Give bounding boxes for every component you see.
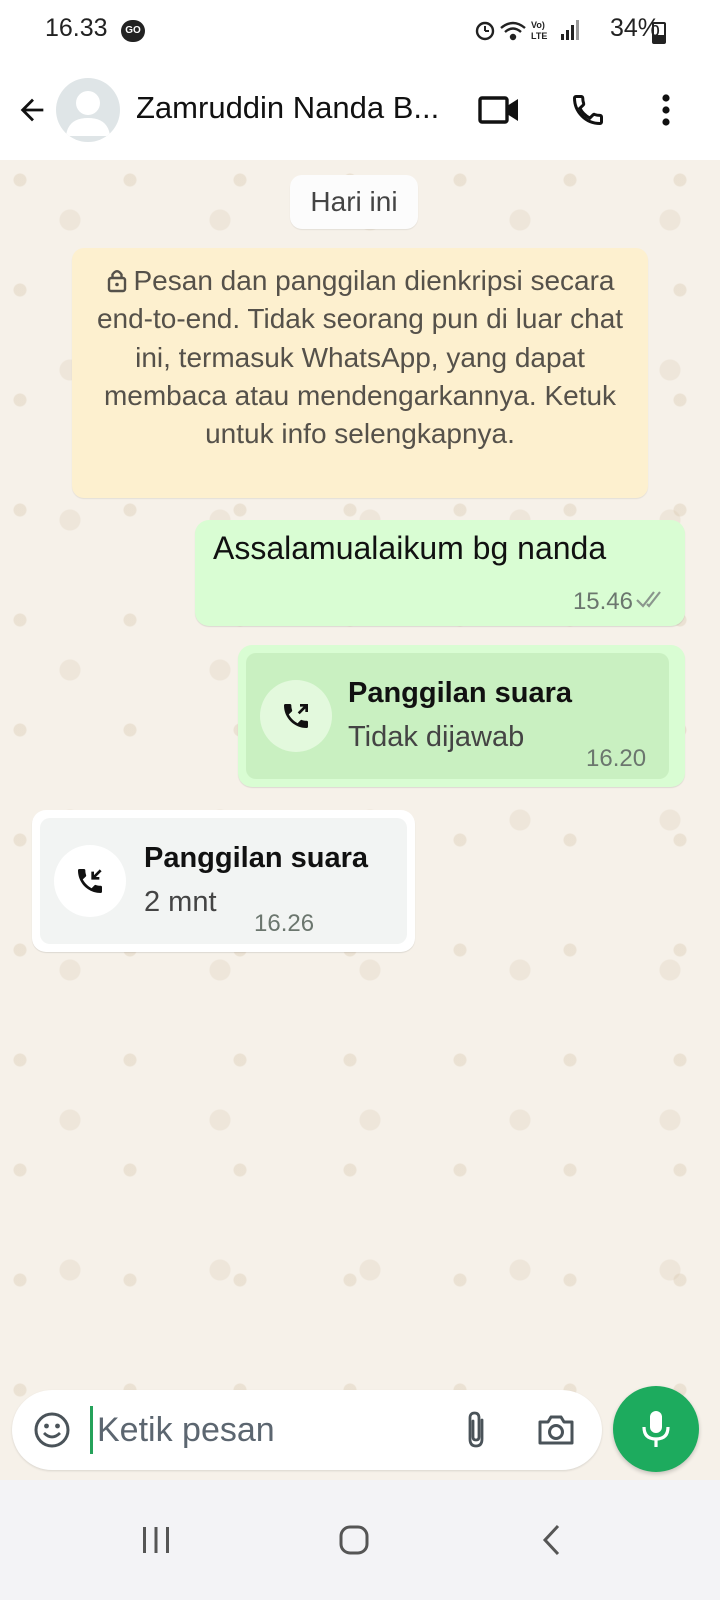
recents-button[interactable] <box>116 1500 196 1580</box>
message-bubble-outgoing[interactable]: Assalamualaikum bg nanda 15.46 <box>195 520 685 626</box>
wifi-icon <box>500 21 526 41</box>
call-duration: 2 mnt <box>144 886 217 918</box>
message-time: 16.20 <box>586 745 647 772</box>
message-composer <box>12 1390 602 1470</box>
back-arrow-icon[interactable] <box>8 86 56 134</box>
status-time: 16.33 <box>45 14 108 42</box>
call-title: Panggilan suara <box>348 677 573 709</box>
contact-name[interactable]: Zamruddin Nanda B... <box>136 90 466 126</box>
call-card: Panggilan suara 2 mnt 16.26 <box>40 818 407 944</box>
volte-icon: Vo) LTE <box>531 20 547 41</box>
more-options-icon[interactable] <box>642 86 690 134</box>
lock-icon <box>107 270 126 293</box>
call-card: Panggilan suara Tidak dijawab 16.20 <box>246 653 669 779</box>
camera-icon[interactable] <box>532 1406 580 1454</box>
mic-icon <box>642 1411 670 1447</box>
avatar[interactable] <box>56 78 120 142</box>
alarm-icon <box>475 21 495 41</box>
emoji-icon[interactable] <box>28 1406 76 1454</box>
date-chip: Hari ini <box>290 175 418 229</box>
back-button[interactable] <box>512 1500 592 1580</box>
phone-icon[interactable] <box>564 86 612 134</box>
message-text: Assalamualaikum bg nanda <box>213 530 607 566</box>
message-input[interactable] <box>90 1406 457 1454</box>
message-time: 15.46 <box>572 588 633 615</box>
message-time: 16.26 <box>254 910 315 937</box>
chat-header: Zamruddin Nanda B... <box>0 62 720 160</box>
status-bar: 16.33 GO Vo) LTE 34% <box>0 0 720 62</box>
svg-text:Vo): Vo) <box>531 20 545 30</box>
attach-icon[interactable] <box>452 1406 500 1454</box>
call-status: Tidak dijawab <box>348 721 525 753</box>
message-bubble-outgoing-call[interactable]: Panggilan suara Tidak dijawab 16.20 <box>238 645 685 787</box>
status-icons: Vo) LTE <box>475 20 579 41</box>
read-ticks-icon <box>636 591 661 608</box>
call-title: Panggilan suara <box>144 842 369 874</box>
encryption-notice[interactable]: Pesan dan panggilan dienkripsi secara en… <box>72 248 648 498</box>
home-button[interactable] <box>314 1500 394 1580</box>
outgoing-call-icon <box>260 680 332 752</box>
svg-text:LTE: LTE <box>531 31 547 41</box>
message-bubble-incoming-call[interactable]: Panggilan suara 2 mnt 16.26 <box>32 810 415 952</box>
carrier-badge: GO <box>121 20 145 42</box>
navigation-bar <box>0 1480 720 1600</box>
mic-button[interactable] <box>613 1386 699 1472</box>
encryption-notice-text: Pesan dan panggilan dienkripsi secara en… <box>96 265 624 450</box>
incoming-call-icon <box>54 845 126 917</box>
signal-icon <box>561 20 579 40</box>
battery-icon <box>652 22 666 44</box>
video-call-icon[interactable] <box>475 86 523 134</box>
